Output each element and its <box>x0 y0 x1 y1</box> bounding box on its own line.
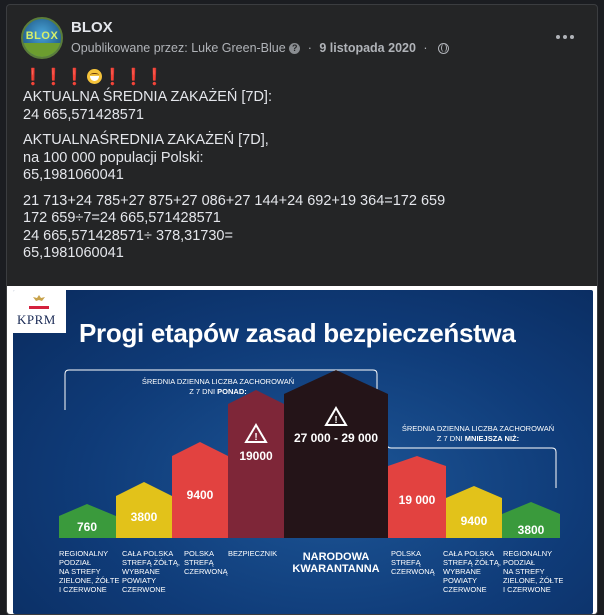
flag-stripe <box>29 306 49 309</box>
page-avatar[interactable]: BLOX <box>21 17 63 59</box>
bar-19000-left <box>228 390 284 538</box>
bar-caption-line: WYBRANE <box>443 567 481 576</box>
post-header: BLOX BLOX Opublikowane przez: Luke Green… <box>21 17 581 61</box>
bar-caption-line: BEZPIECZNIK <box>228 549 277 558</box>
bar-9400-right <box>446 486 502 538</box>
smiley-emoji-icon <box>86 69 102 84</box>
left-bracket-text-1: ŚREDNIA DZIENNA LICZBA ZACHOROWAŃ <box>142 377 294 386</box>
published-by-label: Opublikowane przez: <box>71 41 192 55</box>
bar-caption-line: STREFĄ ŻÓŁTĄ, <box>122 558 180 567</box>
bar-caption-line: REGIONALNY <box>59 549 108 558</box>
bar-value: 3800 <box>131 510 158 524</box>
text-line: 24 665,571428571 <box>23 106 144 123</box>
bar-caption-line: STREFĄ <box>391 558 422 567</box>
avatar-logo-text: BLOX <box>25 30 59 42</box>
right-bracket-text-2a: Z 7 DNI <box>437 434 465 443</box>
bar-caption-line: CZERWONE <box>443 585 487 594</box>
bar-caption-line: POLSKA <box>391 549 421 558</box>
bar-caption-line: POWIATY <box>443 576 477 585</box>
right-bracket-text-2: Z 7 DNI MNIEJSZA NIŻ: <box>437 434 519 443</box>
bar-caption-line: STREFĄ <box>184 558 215 567</box>
bar-caption-line: NA STREFY <box>503 567 545 576</box>
bar-caption-line: ZIELONE, ŻÓŁTE <box>59 576 119 585</box>
avatar-grass <box>23 43 61 57</box>
bar-value: 27 000 - 29 000 <box>294 431 378 445</box>
bar-caption-line: CZERWONĄ <box>184 567 229 576</box>
kprm-logo: KPRM <box>13 290 66 333</box>
bar-caption-line: ZIELONE, ŻÓŁTE <box>503 576 563 585</box>
meta-separator: · <box>307 41 312 55</box>
text-line: 24 665,571428571÷ 378,31730= <box>23 227 233 244</box>
bar-caption-line: REGIONALNY <box>503 549 552 558</box>
page-name-link[interactable]: BLOX <box>71 19 113 36</box>
meta-separator: · <box>423 41 428 55</box>
post-meta: Opublikowane przez: Luke Green-Blue ? · … <box>71 41 450 55</box>
verified-badge-icon[interactable]: ? <box>289 43 301 55</box>
infographic-panel: ŚREDNIA DZIENNA LICZBA ZACHOROWAŃ Z 7 DN… <box>13 290 593 614</box>
bar-caption-line: CAŁA POLSKA <box>443 549 494 558</box>
post-text: ❗❗❗ ❗❗❗ AKTUALNA ŚREDNIA ZAKAŻEŃ [7D]: 24… <box>23 69 583 263</box>
globe-icon[interactable] <box>438 43 450 55</box>
text-line: AKTUALNAŚREDNIA ZAKAŻEŃ [7D], <box>23 132 269 148</box>
exclamation-marks-right: ❗❗❗ <box>102 69 166 86</box>
post-image[interactable]: ŚREDNIA DZIENNA LICZBA ZACHOROWAŃ Z 7 DN… <box>7 286 597 614</box>
infographic-title: Progi etapów zasad bezpieczeństwa <box>79 318 516 348</box>
bar-caption-line: I CZERWONE <box>503 585 551 594</box>
bar-captions: REGIONALNYPODZIAŁNA STREFYZIELONE, ŻÓŁTE… <box>59 549 563 594</box>
left-bracket-text-2: Z 7 DNI PONAD: <box>189 387 247 396</box>
bar-caption-line: CAŁA POLSKA <box>122 549 173 558</box>
bar-caption-line: CZERWONE <box>122 585 166 594</box>
bar-value: 19000 <box>239 449 273 463</box>
text-line: 65,1981060041 <box>23 167 124 183</box>
bar-caption-line: PODZIAŁ <box>503 558 535 567</box>
bar-caption-line: NARODOWA <box>303 551 370 563</box>
bar-value: 760 <box>77 520 97 534</box>
facebook-post: BLOX BLOX Opublikowane przez: Luke Green… <box>6 4 598 615</box>
author-link[interactable]: Luke Green-Blue <box>191 41 286 55</box>
text-line: 172 659÷7=24 665,571428571 <box>23 210 221 226</box>
bar-value: 9400 <box>461 514 488 528</box>
right-bracket-text-2b: MNIEJSZA NIŻ: <box>465 434 519 443</box>
more-options-icon[interactable] <box>553 27 577 47</box>
text-line: AKTUALNA ŚREDNIA ZAKAŻEŃ [7D]: <box>23 89 272 105</box>
bar-caption-line: I CZERWONE <box>59 585 107 594</box>
bar-caption-line: POWIATY <box>122 576 156 585</box>
bar-value: 19 000 <box>399 493 436 507</box>
svg-text:!: ! <box>254 432 257 443</box>
bar-value: 9400 <box>187 488 214 502</box>
right-bracket-text-1: ŚREDNIA DZIENNA LICZBA ZACHOROWAŃ <box>402 424 554 433</box>
bar-caption-line: PODZIAŁ <box>59 558 91 567</box>
bar-caption-line: KWARANTANNA <box>292 563 379 575</box>
text-line: 65,1981060041 <box>23 245 124 261</box>
eagle-icon <box>33 295 45 301</box>
bar-27000-29000 <box>284 370 388 538</box>
bar-caption-line: POLSKA <box>184 549 214 558</box>
post-date-link[interactable]: 9 listopada 2020 <box>319 41 416 55</box>
kprm-logo-text: KPRM <box>17 312 56 327</box>
text-line: na 100 000 populacji Polski: <box>23 149 204 166</box>
svg-text:!: ! <box>334 415 337 426</box>
bar-caption-line: WYBRANE <box>122 567 160 576</box>
left-bracket-text-2a: Z 7 DNI <box>189 387 217 396</box>
bar-caption-line: CZERWONĄ <box>391 567 436 576</box>
bar-caption-line: STREFĄ ŻÓŁTĄ, <box>443 558 501 567</box>
emoji-row: ❗❗❗ ❗❗❗ <box>23 69 583 89</box>
text-line: 21 713+24 785+27 875+27 086+27 144+24 69… <box>23 192 446 209</box>
exclamation-marks-left: ❗❗❗ <box>23 69 86 86</box>
left-bracket-text-2b: PONAD: <box>217 387 247 396</box>
bar-caption-line: NA STREFY <box>59 567 101 576</box>
bar-value: 3800 <box>518 523 545 537</box>
